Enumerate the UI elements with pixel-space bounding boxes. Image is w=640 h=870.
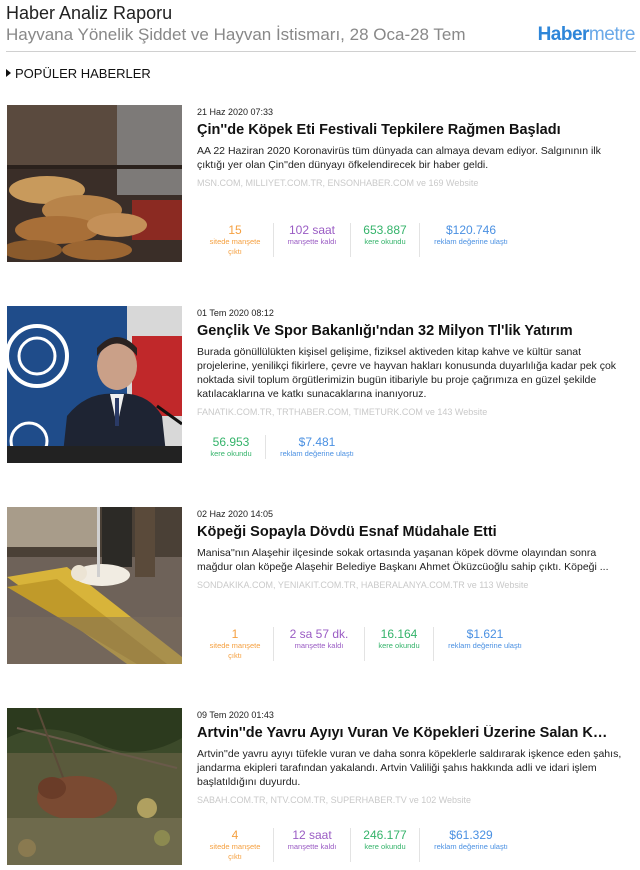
article-image	[7, 507, 182, 664]
article-stats: 56.953 kere okundu $7.481 reklam değerine …	[197, 435, 368, 459]
stat-read-count: 16.164 kere okundu	[365, 627, 434, 661]
article-stats: 15 sitede manşete çıktı 102 saat manşette …	[197, 223, 522, 257]
habermetre-logo: Habermetre	[537, 24, 636, 45]
report-subtitle: Hayvana Yönelik Şiddet ve Hayvan İstisma…	[6, 25, 466, 44]
article-stats: 4 sitede manşete çıktı 12 saat manşette ka…	[197, 828, 522, 862]
report-title: Haber Analiz Raporu	[6, 3, 173, 23]
news-article[interactable]: 02 Haz 2020 14:05 Köpeği Sopayla Dövdü E…	[0, 507, 640, 667]
section-heading: POPÜLER HABERLER	[6, 66, 151, 81]
article-image	[7, 105, 182, 262]
header-divider	[6, 51, 636, 52]
article-summary: Manisa''nın Alaşehir ilçesinde sokak ort…	[197, 547, 609, 573]
stat-ad-value: $7.481 reklam değerine ulaştı	[280, 435, 354, 458]
news-article[interactable]: 09 Tem 2020 01:43 Artvin''de Yavru Ayıyı…	[0, 708, 640, 868]
article-sources: SONDAKIKA.COM, YENIAKIT.COM.TR, HABERALA…	[197, 580, 529, 590]
stat-ad-value: $61.329 reklam değerine ulaştı	[434, 828, 508, 851]
stat-headline-duration: 12 saat manşette kaldı	[274, 828, 351, 862]
article-stats: 1 sitede manşete çıktı 2 sa 57 dk. manşett…	[197, 627, 536, 661]
article-title[interactable]: Gençlik Ve Spor Bakanlığı'ndan 32 Milyon…	[197, 323, 627, 339]
news-article[interactable]: 01 Tem 2020 08:12 Gençlik Ve Spor Bakanl…	[0, 306, 640, 466]
article-sources: FANATIK.COM.TR, TRTHABER.COM, TIMETURK.C…	[197, 407, 488, 417]
article-summary: Artvin''de yavru ayıyı tüfekle vuran ve …	[197, 748, 622, 788]
stat-headline-sites: 4 sitede manşete çıktı	[197, 828, 274, 862]
article-title[interactable]: Köpeği Sopayla Dövdü Esnaf Müdahale Etti	[197, 524, 627, 540]
report-header: Haber Analiz Raporu Hayvana Yönelik Şidd…	[0, 0, 640, 52]
stat-headline-duration: 2 sa 57 dk. manşette kaldı	[274, 627, 365, 661]
stat-ad-value: $120.746 reklam değerine ulaştı	[434, 223, 508, 246]
article-image	[7, 708, 182, 865]
article-sources: SABAH.COM.TR, NTV.COM.TR, SUPERHABER.TV …	[197, 795, 472, 805]
stat-ad-value: $1.621 reklam değerine ulaştı	[448, 627, 522, 650]
caret-right-icon	[6, 69, 11, 77]
stat-read-count: 246.177 kere okundu	[351, 828, 420, 862]
article-date: 21 Haz 2020 07:33	[197, 107, 274, 117]
news-article[interactable]: 21 Haz 2020 07:33 Çin''de Köpek Eti Fest…	[0, 105, 640, 265]
article-title[interactable]: Artvin''de Yavru Ayıyı Vuran Ve Köpekler…	[197, 725, 627, 741]
stat-read-count: 653.887 kere okundu	[351, 223, 420, 257]
stat-headline-duration: 102 saat manşette kaldı	[274, 223, 351, 257]
article-summary: AA 22 Haziran 2020 Koronavirüs tüm dünya…	[197, 145, 601, 171]
article-sources: MSN.COM, MILLIYET.COM.TR, ENSONHABER.COM…	[197, 178, 479, 188]
article-date: 02 Haz 2020 14:05	[197, 509, 274, 519]
stat-headline-sites: 1 sitede manşete çıktı	[197, 627, 274, 661]
section-title: POPÜLER HABERLER	[15, 66, 151, 81]
article-date: 09 Tem 2020 01:43	[197, 710, 274, 720]
article-summary: Burada gönüllülükten kişisel gelişime, f…	[197, 346, 617, 400]
article-date: 01 Tem 2020 08:12	[197, 308, 274, 318]
article-image	[7, 306, 182, 463]
stat-read-count: 56.953 kere okundu	[197, 435, 266, 459]
article-title[interactable]: Çin''de Köpek Eti Festivali Tepkilere Ra…	[197, 122, 627, 138]
stat-headline-sites: 15 sitede manşete çıktı	[197, 223, 274, 257]
